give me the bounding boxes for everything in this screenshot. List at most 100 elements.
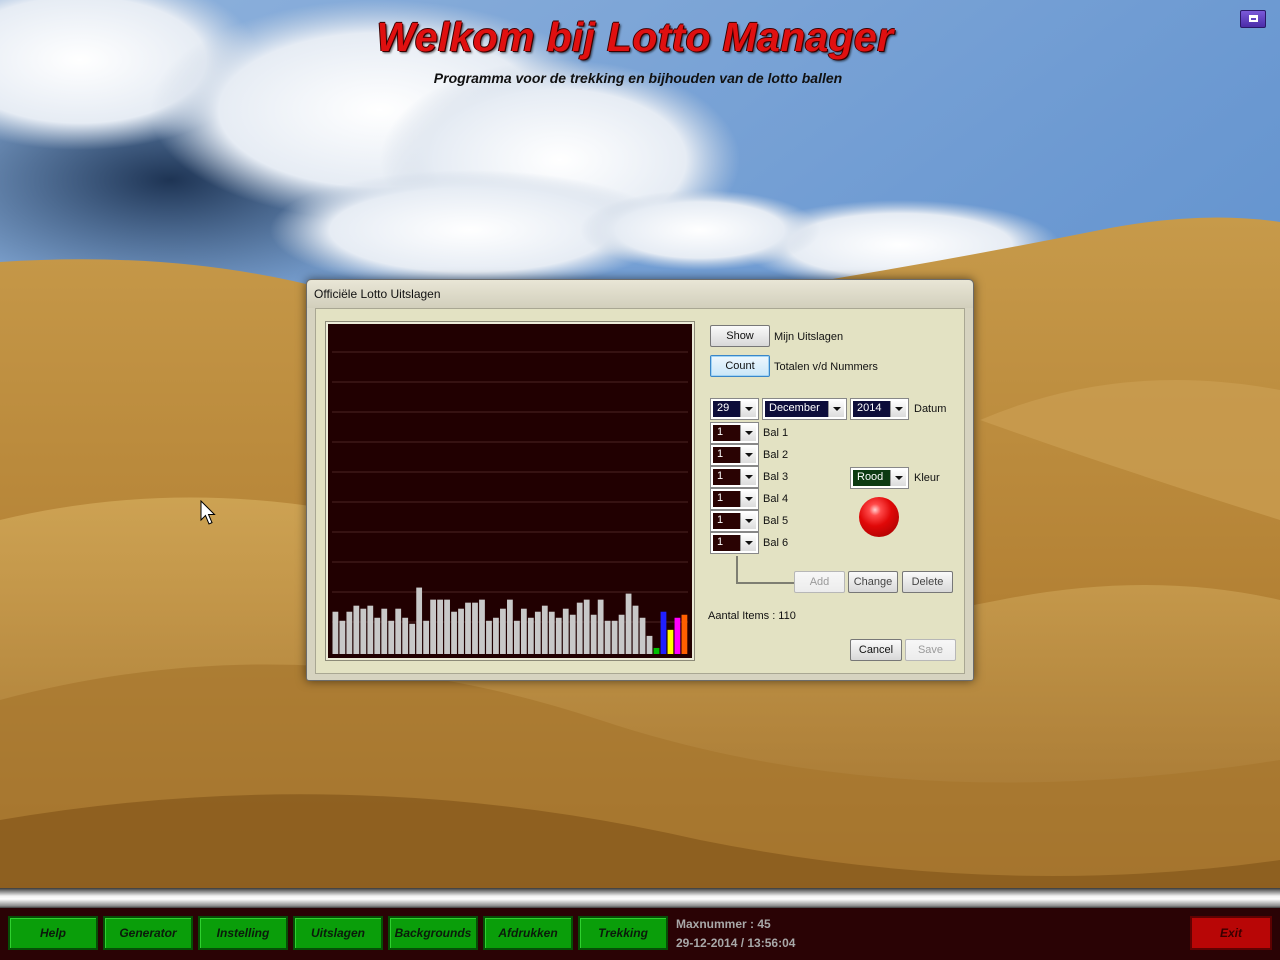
chevron-down-icon <box>740 535 756 551</box>
ball-5-label: Bal 5 <box>763 515 789 527</box>
chart-bar <box>486 620 492 654</box>
chevron-down-icon <box>740 447 756 463</box>
day-select-value: 29 <box>717 402 730 414</box>
app-title: Welkom bij Lotto Manager <box>376 14 894 60</box>
chart-bar <box>493 617 499 654</box>
chart-bar <box>451 611 457 654</box>
chart-bar <box>416 587 423 654</box>
max-number: Maxnummer : 45 <box>676 917 771 931</box>
restore-icon <box>1249 15 1258 22</box>
chart-bar <box>332 611 339 654</box>
chart-bar <box>534 611 541 654</box>
uitslagen-button[interactable]: Uitslagen <box>293 916 383 950</box>
date-label: Datum <box>914 403 947 415</box>
chevron-down-icon <box>740 491 756 507</box>
chart-bar <box>569 614 576 654</box>
chart-bar <box>423 620 430 654</box>
chart-bar <box>576 602 583 654</box>
show-button[interactable]: Show <box>710 325 770 347</box>
month-select-value: December <box>769 402 820 414</box>
chevron-down-icon <box>740 425 756 441</box>
delete-button[interactable]: Delete <box>902 571 953 593</box>
chart-bar <box>555 617 562 654</box>
chart-bar <box>527 617 534 654</box>
chart-bar <box>381 608 388 654</box>
chart-bar <box>437 599 443 654</box>
ball-4-select[interactable]: 1 <box>710 488 759 510</box>
chevron-down-icon <box>740 401 756 417</box>
chart-bar <box>646 635 653 654</box>
connector-line <box>736 556 798 584</box>
day-select[interactable]: 29 <box>710 398 759 420</box>
chart-bar <box>548 611 555 654</box>
ball-2-select[interactable]: 1 <box>710 444 759 466</box>
month-select[interactable]: December <box>762 398 847 420</box>
chevron-down-icon <box>890 401 906 417</box>
color-select[interactable]: Rood <box>850 467 909 489</box>
chart-bar <box>507 599 513 654</box>
chart-bar <box>346 611 353 654</box>
chart-bar <box>402 617 409 654</box>
chart-bar <box>583 599 590 654</box>
chart-bar <box>562 608 569 654</box>
ball-5-select[interactable]: 1 <box>710 510 759 532</box>
save-button[interactable]: Save <box>905 639 956 661</box>
chart-bar <box>541 605 548 654</box>
count-button[interactable]: Count <box>710 355 770 377</box>
count-label: Totalen v/d Nummers <box>774 361 878 373</box>
chart-bar <box>653 647 660 654</box>
chart-canvas <box>328 324 692 658</box>
chevron-down-icon <box>740 469 756 485</box>
chart-bar <box>604 620 611 654</box>
instelling-button[interactable]: Instelling <box>198 916 288 950</box>
year-select-value: 2014 <box>857 402 882 414</box>
chart-bar <box>479 599 485 654</box>
dialog-title: Officiële Lotto Uitslagen <box>307 280 973 308</box>
window-restore-button[interactable] <box>1240 10 1266 28</box>
chart-bar <box>590 614 597 654</box>
chart-bar <box>611 620 618 654</box>
chevron-down-icon <box>740 513 756 529</box>
chart-bar <box>472 602 478 654</box>
chart-bar <box>681 614 688 654</box>
ball-3-select[interactable]: 1 <box>710 466 759 488</box>
ball-3-value: 1 <box>717 470 724 482</box>
ball-1-select[interactable]: 1 <box>710 422 759 444</box>
chart-bar <box>360 608 367 654</box>
mouse-pointer-icon <box>200 499 216 531</box>
chart-bar <box>618 614 625 654</box>
backgrounds-button[interactable]: Backgrounds <box>388 916 478 950</box>
taskbar: Help Generator Instelling Uitslagen Back… <box>0 908 1280 960</box>
afdrukken-button[interactable]: Afdrukken <box>483 916 573 950</box>
ball-6-select[interactable]: 1 <box>710 532 759 554</box>
chart-bar <box>409 623 416 654</box>
chart-bar <box>660 611 667 654</box>
ball-1-value: 1 <box>717 426 724 438</box>
chart-bar <box>513 620 520 654</box>
exit-button[interactable]: Exit <box>1190 916 1272 950</box>
chart-bar <box>395 608 402 654</box>
ball-5-value: 1 <box>717 514 724 526</box>
ball-4-value: 1 <box>717 492 724 504</box>
chart-bar <box>388 620 395 654</box>
chart-bar <box>597 599 604 654</box>
results-dialog: Officiële Lotto Uitslagen Show Mijn Uits… <box>306 279 974 681</box>
add-button[interactable]: Add <box>794 571 845 593</box>
generator-button[interactable]: Generator <box>103 916 193 950</box>
change-button[interactable]: Change <box>848 571 898 593</box>
taskbar-border <box>0 888 1280 908</box>
year-select[interactable]: 2014 <box>850 398 909 420</box>
chart-bar <box>500 608 506 654</box>
chart-bar <box>353 605 360 654</box>
ball-3-label: Bal 3 <box>763 471 789 483</box>
cancel-button[interactable]: Cancel <box>850 639 902 661</box>
chevron-down-icon <box>890 470 906 486</box>
chart-bar <box>520 608 527 654</box>
trekking-button[interactable]: Trekking <box>578 916 668 950</box>
chart-bar <box>374 617 381 654</box>
chart-bar <box>430 599 437 654</box>
chart-bar <box>632 605 639 654</box>
help-button[interactable]: Help <box>8 916 98 950</box>
chart-bar <box>667 629 674 654</box>
ball-preview <box>859 497 899 537</box>
